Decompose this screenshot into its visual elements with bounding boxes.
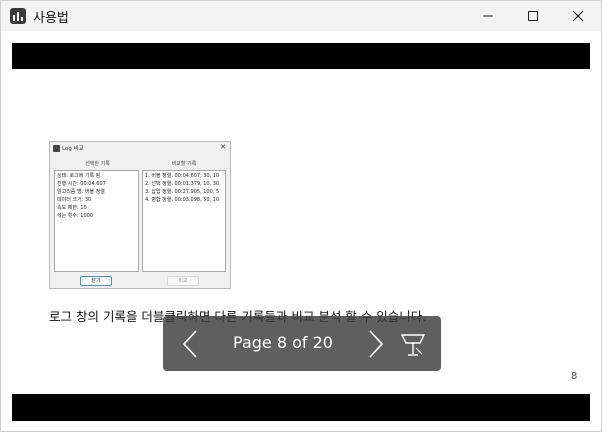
slideshow-nav-overlay: Page 8 of 20 bbox=[163, 316, 441, 371]
close-icon bbox=[572, 10, 584, 22]
dialog-close-button: 닫기 bbox=[80, 276, 112, 286]
right-list-header: 비교할 기록 bbox=[171, 161, 197, 167]
maximize-button[interactable] bbox=[510, 1, 556, 31]
app-icon bbox=[10, 8, 26, 24]
presentation-icon bbox=[400, 333, 426, 356]
list-item: 4. 병합 정렬, 00:03.098, 50, 10 bbox=[145, 197, 220, 203]
slide-page-number: 8 bbox=[571, 371, 578, 382]
dialog-title: Log 비교 bbox=[62, 146, 84, 152]
bottom-letterbox-bar bbox=[12, 394, 590, 421]
list-item: 데이터 크기: 30 bbox=[57, 197, 92, 203]
list-item: 1. 버블 정렬, 00:04.607, 30, 10 bbox=[145, 173, 220, 179]
embedded-screenshot: Log 비교 ✕ 선택한 기록 비교할 기록 상태: 로그에 기록 됨 진행 시… bbox=[49, 141, 231, 289]
dialog-close-icon: ✕ bbox=[220, 143, 226, 151]
minimize-button[interactable] bbox=[465, 1, 511, 31]
list-item: 3. 삽입 정렬, 00:27.905, 100, 5 bbox=[145, 189, 220, 195]
list-item: 알고리즘 명: 버블 정렬 bbox=[57, 189, 105, 195]
maximize-icon bbox=[528, 11, 538, 21]
left-list-header: 선택한 기록 bbox=[85, 161, 110, 167]
list-item: 속도 제한: 10 bbox=[57, 205, 87, 211]
minimize-icon bbox=[483, 15, 493, 17]
list-item: 진행 시간: 00:04.607 bbox=[57, 181, 106, 187]
chevron-right-icon bbox=[369, 329, 384, 358]
selected-record-list: 상태: 로그에 기록 됨 진행 시간: 00:04.607 알고리즘 명: 버블… bbox=[54, 170, 139, 272]
page-indicator: Page 8 of 20 bbox=[233, 333, 333, 352]
window-title: 사용법 bbox=[33, 11, 69, 26]
title-bar: 사용법 bbox=[1, 1, 601, 31]
compare-record-list: 1. 버블 정렬, 00:04.607, 30, 10 2. 선택 정렬, 00… bbox=[142, 170, 226, 272]
list-item: 2. 선택 정렬, 00:01.379, 10, 30 bbox=[145, 181, 220, 187]
list-item: 섞는 횟수: 1000 bbox=[57, 213, 93, 219]
close-button[interactable] bbox=[555, 1, 601, 31]
top-letterbox-bar bbox=[12, 43, 590, 69]
app-window: 사용법 Log 비교 ✕ 선택한 기록 비교할 기록 상태: 로그에 기록 됨 … bbox=[0, 0, 602, 432]
previous-page-button[interactable] bbox=[173, 316, 209, 371]
presenter-view-button[interactable] bbox=[395, 316, 431, 371]
next-page-button[interactable] bbox=[357, 316, 393, 371]
list-item: 상태: 로그에 기록 됨 bbox=[57, 173, 101, 179]
chevron-left-icon bbox=[182, 329, 197, 358]
dialog-app-icon bbox=[53, 145, 60, 152]
dialog-compare-button: 비교 bbox=[167, 276, 199, 286]
